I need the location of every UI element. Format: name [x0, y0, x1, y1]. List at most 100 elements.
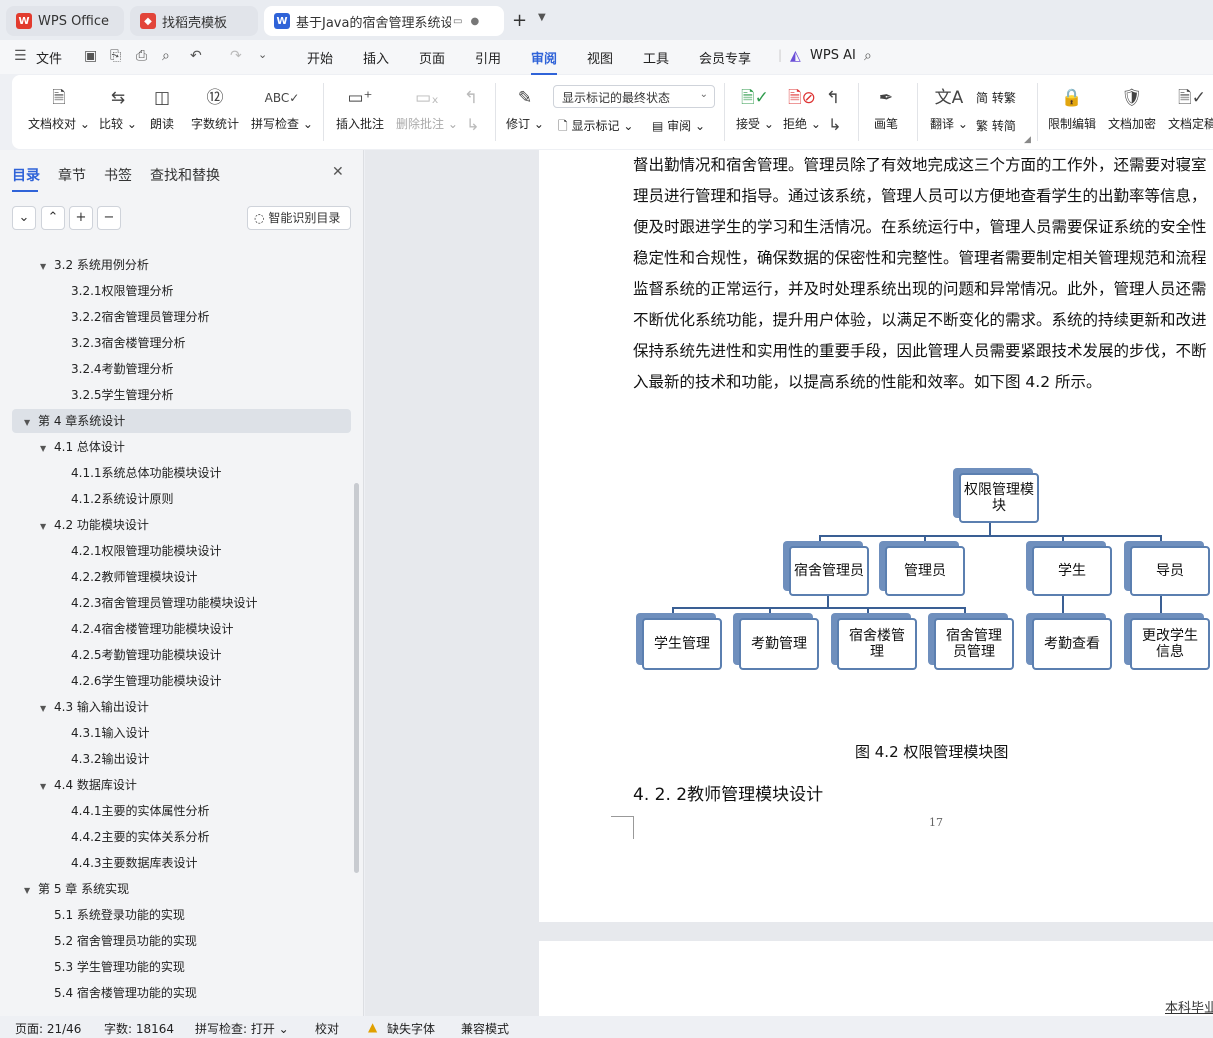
toc-item[interactable]: 4.2.2教师管理模块设计: [0, 565, 352, 589]
toc-item[interactable]: 3.2.1权限管理分析: [0, 279, 352, 303]
expand-arrow-icon[interactable]: ▼: [40, 437, 54, 461]
toc-item[interactable]: 4.3.1输入设计: [0, 721, 352, 745]
print-icon[interactable]: ⎙: [136, 48, 147, 64]
menu-tools[interactable]: 工具: [643, 48, 669, 67]
toc-item[interactable]: 4.3.2输出设计: [0, 747, 352, 771]
menu-view[interactable]: 视图: [587, 48, 613, 67]
toc-item[interactable]: 5.3 学生管理功能的实现: [0, 955, 352, 979]
toc-item[interactable]: 5.1 系统登录功能的实现: [0, 903, 352, 927]
insert-comment-button[interactable]: ▭⁺ 插入批注: [336, 85, 384, 132]
expand-arrow-icon[interactable]: ▼: [40, 515, 54, 539]
reject-button[interactable]: 🗎⊘ 拒绝 ⌄: [783, 85, 821, 132]
paragraph-line[interactable]: 不断优化系统功能，提升用户体验，以满足不断变化的需求。系统的持续更新和改进: [633, 305, 1213, 336]
share-icon[interactable]: ⎘: [110, 48, 121, 64]
spell-check-status[interactable]: 拼写检查: 打开 ⌄: [195, 1020, 289, 1037]
paragraph-line[interactable]: 理员进行管理和指导。通过该系统，管理人员可以方便地查看学生的出勤率等信息，: [633, 181, 1213, 212]
toc-scrollbar[interactable]: [354, 483, 359, 873]
expand-arrow-icon[interactable]: ▼: [40, 697, 54, 721]
hamburger-icon[interactable]: ☰: [14, 48, 27, 64]
toc-item[interactable]: 5.4 宿舍楼管理功能的实现: [0, 981, 352, 1005]
group-expand-icon[interactable]: ◢: [1024, 135, 1031, 145]
new-tab-button[interactable]: +: [512, 10, 527, 31]
save-icon[interactable]: ▣: [84, 48, 97, 64]
restrict-edit-button[interactable]: 🔒 限制编辑: [1048, 85, 1096, 132]
expand-up-button[interactable]: ⌃: [41, 206, 65, 230]
paragraph-line[interactable]: 监督系统的正常运行，并及时处理系统出现的问题和异常情况。此外，管理人员还需: [633, 274, 1213, 305]
accept-button[interactable]: 🗎✓ 接受 ⌄: [736, 85, 774, 132]
tab-list-dropdown[interactable]: ▼: [538, 12, 546, 23]
word-count-button[interactable]: ⑫ 字数统计: [191, 85, 239, 132]
tab-toc[interactable]: 目录: [12, 165, 40, 192]
proof-status[interactable]: 校对: [315, 1020, 339, 1037]
encrypt-button[interactable]: 🛡 文档加密: [1108, 85, 1156, 132]
expand-arrow-icon[interactable]: ▼: [24, 411, 38, 435]
menu-reference[interactable]: 引用: [475, 48, 501, 67]
redo-icon[interactable]: ↷: [230, 48, 242, 64]
toc-item[interactable]: ▼ 3.2 系统用例分析: [0, 253, 352, 277]
paragraph-line[interactable]: 督出勤情况和宿舍管理。管理员除了有效地完成这三个方面的工作外，还需要对寝室: [633, 150, 1213, 181]
toc-item[interactable]: 4.4.1主要的实体属性分析: [0, 799, 352, 823]
next-change-icon[interactable]: ↳: [828, 115, 841, 134]
delete-comment-button[interactable]: ▭ₓ 删除批注 ⌄: [396, 85, 458, 132]
toc-item[interactable]: 4.2.1权限管理功能模块设计: [0, 539, 352, 563]
to-simplified-button[interactable]: 繁 转简: [976, 117, 1016, 134]
toc-item[interactable]: 4.2.5考勤管理功能模块设计: [0, 643, 352, 667]
tab-template[interactable]: ◆ 找稻壳模板: [130, 6, 258, 36]
markup-display-select[interactable]: 显示标记的最终状态 ⌄: [553, 85, 715, 108]
show-markup-button[interactable]: 🗋 显示标记 ⌄: [558, 117, 633, 138]
proof-button[interactable]: 🗎 文档校对 ⌄: [28, 85, 90, 132]
toc-item[interactable]: 4.2.3宿舍管理员管理功能模块设计: [0, 591, 352, 615]
menu-file[interactable]: 文件: [36, 48, 62, 67]
add-heading-button[interactable]: +: [69, 206, 93, 230]
paragraph-line[interactable]: 便及时跟进学生的学习和生活情况。在系统运行中，管理人员需要保证系统的安全性: [633, 212, 1213, 243]
expand-arrow-icon[interactable]: ▼: [40, 255, 54, 279]
word-count-indicator[interactable]: 字数: 18164: [104, 1020, 174, 1037]
toc-item[interactable]: 4.4.3主要数据库表设计: [0, 851, 352, 875]
next-comment-icon[interactable]: ↳: [466, 115, 479, 134]
remove-heading-button[interactable]: −: [97, 206, 121, 230]
toc-item[interactable]: ▼ 4.4 数据库设计: [0, 773, 352, 797]
smart-toc-button[interactable]: ◌ 智能识别目录: [247, 206, 351, 230]
toc-item[interactable]: ▼ 第 4 章系统设计: [12, 409, 351, 433]
toc-item[interactable]: 3.2.3宿舍楼管理分析: [0, 331, 352, 355]
spell-check-button[interactable]: ABC✓ 拼写检查 ⌄: [251, 85, 313, 132]
menu-review[interactable]: 审阅: [531, 48, 558, 75]
print-preview-icon[interactable]: ⌕: [162, 48, 170, 64]
toc-item[interactable]: 3.2.4考勤管理分析: [0, 357, 352, 381]
menu-wps-ai[interactable]: WPS AI: [810, 48, 856, 63]
expand-arrow-icon[interactable]: ▼: [40, 775, 54, 799]
tab-find-replace[interactable]: 查找和替换: [150, 165, 220, 185]
missing-font-status[interactable]: 缺失字体: [387, 1020, 435, 1037]
menu-member[interactable]: 会员专享: [699, 48, 751, 67]
toc-item[interactable]: 4.2.6学生管理功能模块设计: [0, 669, 352, 693]
menu-insert[interactable]: 插入: [363, 48, 389, 67]
toc-item[interactable]: 4.2.4宿舍楼管理功能模块设计: [0, 617, 352, 641]
collapse-all-button[interactable]: ⌄: [12, 206, 36, 230]
page-indicator[interactable]: 页面: 21/46: [15, 1020, 81, 1037]
track-changes-button[interactable]: ✎ 修订 ⌄: [506, 85, 544, 132]
compare-button[interactable]: ⇆ 比较 ⌄: [99, 85, 137, 132]
undo-icon[interactable]: ↶: [190, 48, 202, 64]
quick-access-dropdown[interactable]: ⌄: [258, 48, 267, 61]
tab-document[interactable]: W 基于Java的宿舍管理系统设计与实现▭ ●: [264, 6, 504, 36]
tab-wps-office[interactable]: W WPS Office: [6, 6, 124, 36]
toc-item[interactable]: ▼ 4.1 总体设计: [0, 435, 352, 459]
tab-close-icon[interactable]: ●: [470, 16, 479, 27]
paragraph-line[interactable]: 入最新的技术和功能，以提高系统的性能和效率。如下图 4.2 所示。: [633, 367, 1213, 398]
prev-comment-button[interactable]: ↰: [464, 85, 478, 115]
review-pane-button[interactable]: ▤ 审阅 ⌄: [652, 117, 705, 134]
toc-item[interactable]: 4.1.1系统总体功能模块设计: [0, 461, 352, 485]
paragraph-line[interactable]: 保持系统先进性和实用性的重要手段，因此管理人员需要紧跟技术发展的步伐，不断: [633, 336, 1213, 367]
toc-item[interactable]: ▼ 4.3 输入输出设计: [0, 695, 352, 719]
expand-arrow-icon[interactable]: ▼: [24, 879, 38, 903]
search-icon[interactable]: ⌕: [864, 48, 872, 64]
toc-item[interactable]: 4.4.2主要的实体关系分析: [0, 825, 352, 849]
to-traditional-button[interactable]: 简 转繁: [976, 89, 1016, 106]
tab-bookmarks[interactable]: 书签: [104, 165, 132, 185]
menu-start[interactable]: 开始: [307, 48, 333, 67]
toc-item[interactable]: ▼ 第 5 章 系统实现: [0, 877, 352, 901]
menu-page[interactable]: 页面: [419, 48, 445, 67]
close-icon[interactable]: ✕: [332, 164, 344, 180]
toc-item[interactable]: ▼ 4.2 功能模块设计: [0, 513, 352, 537]
read-aloud-button[interactable]: ◫ 朗读: [150, 85, 174, 132]
